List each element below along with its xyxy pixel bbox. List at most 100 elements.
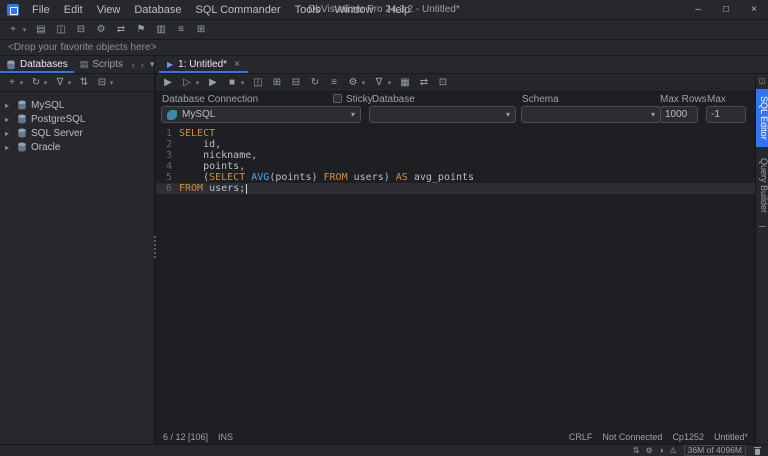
code-token: SELECT: [209, 172, 245, 183]
sql-filter-icon[interactable]: ∇: [372, 77, 386, 88]
tree-item-postgresql[interactable]: ▸ PostgreSQL: [0, 112, 154, 126]
sticky-checkbox[interactable]: [333, 94, 342, 103]
menu-file[interactable]: File: [25, 0, 57, 20]
connection-state: Not Connected: [602, 432, 662, 442]
code-token: SELECT: [179, 128, 215, 139]
splitter-handle[interactable]: [152, 236, 157, 258]
close-tab-icon[interactable]: ×: [234, 59, 240, 70]
schema-select[interactable]: ▾: [521, 106, 661, 123]
add-connection-icon[interactable]: +: [5, 77, 19, 88]
connection-select[interactable]: MySQL ▾: [161, 106, 361, 123]
new-tab-icon[interactable]: +: [6, 24, 20, 35]
execute-current-icon[interactable]: ▷: [180, 77, 194, 88]
commit-icon[interactable]: ◫: [251, 77, 265, 88]
chevron-right-icon[interactable]: ▸: [5, 115, 13, 124]
new-tab-icon-caret[interactable]: ▾: [21, 26, 28, 34]
new-connection-icon[interactable]: ⇄: [114, 24, 128, 35]
caret-position: 6 / 12 [106]: [163, 432, 208, 442]
chart-icon[interactable]: ▦: [398, 77, 412, 88]
stop-icon-caret[interactable]: ▾: [239, 79, 246, 87]
panel-toggle-icon[interactable]: ◫: [756, 74, 768, 89]
favorites-bar[interactable]: <Drop your favorite objects here>: [0, 40, 768, 56]
favorites-icon[interactable]: ⚑: [134, 24, 148, 35]
tree-item-oracle[interactable]: ▸Oracle: [0, 140, 154, 154]
tab-list-icon[interactable]: ▾: [147, 59, 158, 70]
tab-label: Scripts: [92, 59, 123, 70]
tab-label: Databases: [20, 59, 68, 70]
refresh-icon[interactable]: ↻: [29, 77, 43, 88]
max-chars-input[interactable]: [706, 106, 746, 123]
execute-icon[interactable]: ▶: [161, 77, 175, 88]
code-area[interactable]: 1SELECT2 id,3 nickname,4 points,5 (SELEC…: [156, 128, 755, 430]
side-tab-sql-editor[interactable]: SQL Editor: [756, 89, 768, 147]
options-icon[interactable]: ⊡: [436, 77, 450, 88]
execute-buffer-icon[interactable]: ▶: [206, 77, 220, 88]
database-select[interactable]: ▾: [369, 106, 516, 123]
code-token: points,: [179, 161, 245, 172]
connection-controls: MySQL ▾ ▾ ▾: [156, 106, 755, 126]
theme-icon[interactable]: ◑: [659, 446, 664, 455]
tab-databases[interactable]: Databases: [0, 56, 74, 73]
side-tab-query-builder[interactable]: Query Builder: [756, 151, 768, 220]
gc-trash-icon[interactable]: [753, 446, 762, 456]
settings-icon-caret[interactable]: ▾: [360, 79, 367, 87]
new-editor-icon[interactable]: ⊟: [289, 77, 303, 88]
menu-edit[interactable]: Edit: [57, 0, 90, 20]
menu-view[interactable]: View: [90, 0, 128, 20]
right-tabs: SQL Editor Query Builder: [756, 89, 768, 220]
tab-scripts[interactable]: ▤ Scripts: [74, 56, 129, 73]
tab-untitled-editor[interactable]: ▶ 1: Untitled* ×: [159, 56, 248, 73]
tab-prev-icon[interactable]: ‹: [129, 60, 138, 70]
rollback-icon[interactable]: ⊞: [270, 77, 284, 88]
add-connection-icon-caret[interactable]: ▾: [18, 79, 25, 87]
line-ending: CRLF: [569, 432, 593, 442]
driver-manager-icon[interactable]: ⚙: [94, 24, 108, 35]
code-token: users;: [203, 183, 245, 194]
collapse-all-icon[interactable]: ⇅: [77, 77, 91, 88]
gear-icon[interactable]: ⚙: [645, 446, 652, 455]
save-all-icon[interactable]: ⊟: [74, 24, 88, 35]
format-sql-icon[interactable]: ≡: [327, 77, 341, 88]
menu-sql-commander[interactable]: SQL Commander: [188, 0, 287, 20]
tree-item-label: PostgreSQL: [31, 114, 85, 125]
chevron-right-icon[interactable]: ▸: [5, 129, 13, 138]
log-icon[interactable]: ≡: [174, 24, 188, 35]
history-icon[interactable]: ↻: [308, 77, 322, 88]
chevron-right-icon[interactable]: ▸: [5, 101, 13, 110]
sql-filter-icon-caret[interactable]: ▾: [386, 79, 393, 87]
alerts-icon[interactable]: ⚠: [669, 446, 676, 455]
updates-icon[interactable]: ⇅: [633, 446, 640, 455]
minimize-button[interactable]: –: [684, 0, 712, 20]
maximize-button[interactable]: □: [712, 0, 740, 20]
tree-item-sql-server[interactable]: ▸SQL Server: [0, 126, 154, 140]
memory-indicator[interactable]: 36M of 4096M: [684, 445, 746, 456]
export-icon[interactable]: ⇄: [417, 77, 431, 88]
filter-icon[interactable]: ∇: [53, 77, 67, 88]
tree-item-mysql[interactable]: ▸MySQL: [0, 98, 154, 112]
strip-divider: [759, 226, 766, 227]
connection-select-value: MySQL: [182, 109, 215, 120]
mysql-connection-icon: [167, 110, 177, 120]
stop-icon[interactable]: ■: [225, 77, 239, 88]
code-line: 1SELECT: [156, 128, 755, 139]
editor-statusbar: 6 / 12 [106] INS CRLF Not Connected Cp12…: [156, 430, 755, 444]
grid-icon[interactable]: ⊞: [194, 24, 208, 35]
filter-icon-caret[interactable]: ▾: [66, 79, 73, 87]
execute-current-icon-caret[interactable]: ▾: [194, 79, 201, 87]
settings-icon[interactable]: ⚙: [346, 77, 360, 88]
code-token: (points): [269, 172, 323, 183]
max-rows-input[interactable]: [660, 106, 698, 123]
refresh-icon-caret[interactable]: ▾: [42, 79, 49, 87]
line-number: 2: [156, 139, 179, 150]
tab-next-icon[interactable]: ›: [138, 60, 147, 70]
app-logo-icon: [7, 4, 19, 16]
save-icon[interactable]: ◫: [54, 24, 68, 35]
view-options-icon-caret[interactable]: ▾: [108, 79, 115, 87]
monitor-icon[interactable]: ▥: [154, 24, 168, 35]
code-line: 2 id,: [156, 139, 755, 150]
close-button[interactable]: ×: [740, 0, 768, 20]
open-icon[interactable]: ▤: [34, 24, 48, 35]
view-options-icon[interactable]: ⊟: [95, 77, 109, 88]
chevron-right-icon[interactable]: ▸: [5, 143, 13, 152]
menu-database[interactable]: Database: [127, 0, 188, 20]
